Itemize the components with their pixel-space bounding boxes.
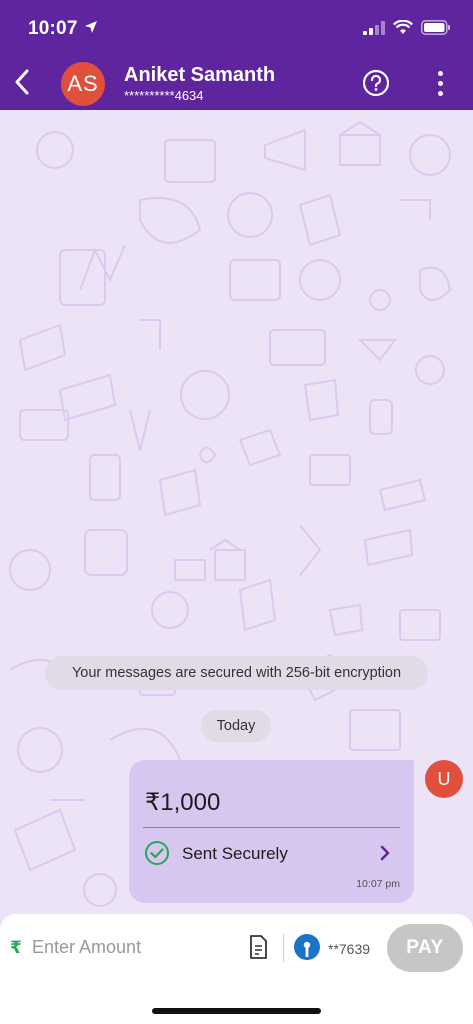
more-options-icon xyxy=(437,70,443,76)
payment-message-bubble[interactable]: ₹1,000 Sent Securely 10:07 pm xyxy=(129,760,414,903)
contact-number: **********4634 xyxy=(124,88,204,103)
check-circle-icon xyxy=(144,840,170,866)
battery-icon xyxy=(421,20,451,40)
document-icon[interactable] xyxy=(247,935,269,959)
pay-button[interactable]: PAY xyxy=(387,924,463,972)
payment-status: Sent Securely xyxy=(182,844,288,863)
encryption-notice: Your messages are secured with 256-bit e… xyxy=(45,656,428,690)
more-options-dot xyxy=(437,80,443,86)
signal-icon xyxy=(363,20,385,40)
location-arrow-icon xyxy=(84,18,98,40)
wifi-icon xyxy=(393,19,413,40)
amount-input[interactable] xyxy=(32,931,232,963)
status-bar: 10:07 xyxy=(0,0,473,58)
contact-avatar[interactable]: AS xyxy=(61,62,105,106)
rupee-icon: ₹ xyxy=(10,938,22,957)
divider xyxy=(283,934,284,962)
status-time: 10:07 xyxy=(28,18,98,40)
back-button[interactable] xyxy=(6,64,38,104)
status-indicators xyxy=(363,19,451,40)
chevron-right-icon[interactable] xyxy=(376,844,394,862)
contact-name[interactable]: Aniket Samanth xyxy=(124,64,275,87)
help-button[interactable] xyxy=(362,69,390,97)
bubble-divider xyxy=(143,827,400,828)
status-time-text: 10:07 xyxy=(28,18,78,40)
payment-amount: ₹1,000 xyxy=(145,789,221,816)
message-timestamp: 10:07 pm xyxy=(356,878,400,890)
bank-logo-icon[interactable] xyxy=(294,934,320,960)
chat-header: AS Aniket Samanth **********4634 xyxy=(0,58,473,110)
chat-area[interactable]: Your messages are secured with 256-bit e… xyxy=(0,110,473,914)
more-options-button[interactable] xyxy=(428,69,452,97)
more-options-dot xyxy=(437,90,443,96)
help-icon xyxy=(362,69,390,101)
date-separator: Today xyxy=(201,710,271,742)
bank-account-number[interactable]: **7639 xyxy=(328,941,370,957)
home-indicator[interactable] xyxy=(152,1008,321,1014)
sender-avatar: U xyxy=(425,760,463,798)
back-arrow-icon xyxy=(14,69,30,100)
payment-bar: ₹ **7639 PAY xyxy=(0,914,473,1024)
